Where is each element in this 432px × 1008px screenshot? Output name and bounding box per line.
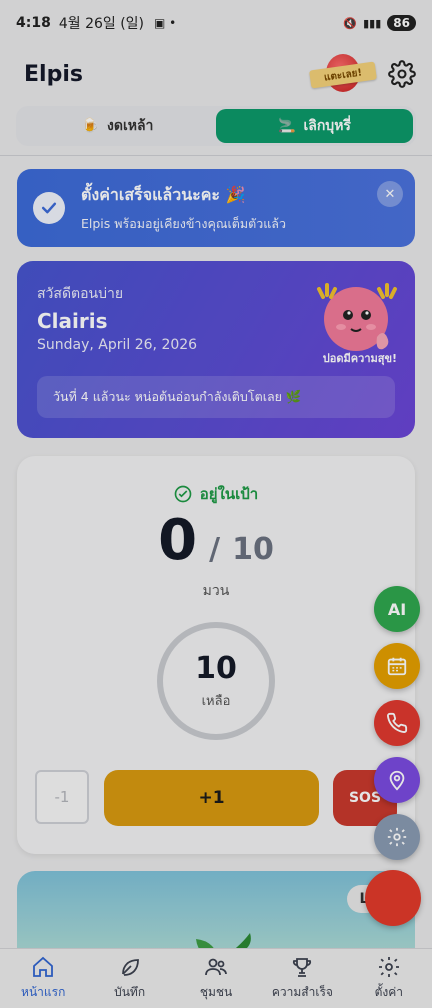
bottom-nav: หน้าแรก บันทึก ชุมชน ความสำเร็จ ตั้งค่า: [0, 948, 432, 1008]
greeting-card: สวัสดีตอนบ่าย Clairis Sunday, April 26, …: [17, 261, 415, 438]
toast-title: ตั้งค่าเสร็จแล้วนะคะ 🎉: [81, 184, 246, 204]
status-bar: 4:18 4월 26일 (일) ▣ • 🔇 ▮▮▮ 86: [0, 0, 432, 46]
cigarette-counter-card: อยู่ในเป้า 0 / 10 มวน 10 เหลือ -1 +1 SOS: [17, 456, 415, 854]
calendar-icon: [387, 657, 407, 676]
pet-badge-button[interactable]: แตะเลย!: [309, 54, 377, 96]
settings-gear-icon[interactable]: [388, 60, 416, 88]
phone-icon: [387, 712, 408, 733]
location-button[interactable]: [374, 757, 420, 803]
tab-quit-alcohol[interactable]: 🍺 งดเหล้า: [19, 109, 216, 143]
check-circle-icon: [174, 485, 192, 503]
toast-subtitle: Elpis พร้อมอยู่เคียงข้างคุณเต็มตัวแล้ว: [81, 215, 286, 231]
count-display: 0 / 10: [17, 508, 415, 573]
tab-label: งดเหล้า: [107, 118, 154, 134]
daily-limit: 10: [232, 532, 274, 567]
goal-status-label: อยู่ในเป้า: [199, 485, 259, 503]
main-fab-button[interactable]: [365, 870, 421, 926]
fab-settings-button[interactable]: [374, 814, 420, 860]
nav-item-community[interactable]: ชุมชน: [173, 949, 259, 1008]
goal-status: อยู่ในเป้า: [17, 482, 415, 506]
status-time: 4:18: [16, 15, 51, 31]
home-icon: [33, 956, 54, 977]
nav-label: ความสำเร็จ: [271, 985, 333, 999]
cigarette-icon: 🚬: [278, 118, 296, 134]
nav-item-settings[interactable]: ตั้งค่า: [346, 949, 432, 1008]
mascot-caption: ปอดมีความสุข!: [322, 352, 397, 365]
streak-message: วันที่ 4 แล้วนะ หน่อต้นอ่อนกำลังเติบโตเล…: [37, 376, 395, 418]
nav-item-journal[interactable]: บันทึก: [86, 949, 172, 1008]
screenshot-icon: ▣ •: [154, 16, 177, 30]
tab-label: เลิกบุหรี่: [303, 118, 351, 134]
tab-quit-smoking[interactable]: 🚬 เลิกบุหรี่: [216, 109, 413, 143]
gear-icon: [387, 827, 407, 847]
mute-icon: 🔇: [343, 16, 358, 30]
calendar-button[interactable]: [374, 643, 420, 689]
app-header: Elpis แตะเลย!: [0, 46, 432, 102]
close-icon[interactable]: ✕: [377, 181, 403, 207]
ai-assistant-button[interactable]: AI: [374, 586, 420, 632]
emergency-call-button[interactable]: [374, 700, 420, 746]
increment-button[interactable]: +1: [104, 770, 319, 826]
mode-toggle: 🍺 งดเหล้า 🚬 เลิกบุหรี่: [16, 106, 416, 146]
setup-complete-toast: ตั้งค่าเสร็จแล้วนะคะ 🎉 Elpis พร้อมอยู่เค…: [17, 169, 415, 247]
decrement-button[interactable]: -1: [35, 770, 89, 824]
app-logo: Elpis: [24, 61, 83, 87]
count-unit: มวน: [202, 583, 230, 599]
nav-item-home[interactable]: หน้าแรก: [0, 949, 86, 1008]
nav-label: หน้าแรก: [21, 985, 66, 999]
count-separator: /: [209, 532, 221, 567]
remaining-ring: 10 เหลือ: [157, 622, 275, 740]
signal-icon: ▮▮▮: [363, 16, 382, 30]
status-date: 4월 26일 (일): [58, 16, 145, 32]
check-icon: [33, 192, 65, 224]
header-divider: [0, 155, 432, 156]
current-count: 0: [158, 508, 198, 573]
map-pin-icon: [389, 770, 405, 791]
beer-icon: 🍺: [81, 118, 100, 134]
remaining-value: 10: [195, 651, 237, 686]
remaining-label: เหลือ: [201, 694, 231, 709]
leaf-icon: [121, 959, 139, 976]
battery-level: 86: [387, 15, 416, 31]
users-icon: [205, 958, 227, 976]
nav-item-achievements[interactable]: ความสำเร็จ: [259, 949, 345, 1008]
nav-label: ชุมชน: [199, 985, 233, 999]
gear-icon: [378, 957, 399, 977]
nav-label: ตั้งค่า: [374, 985, 404, 999]
trophy-icon: [293, 958, 312, 977]
nav-label: บันทึก: [114, 985, 146, 999]
